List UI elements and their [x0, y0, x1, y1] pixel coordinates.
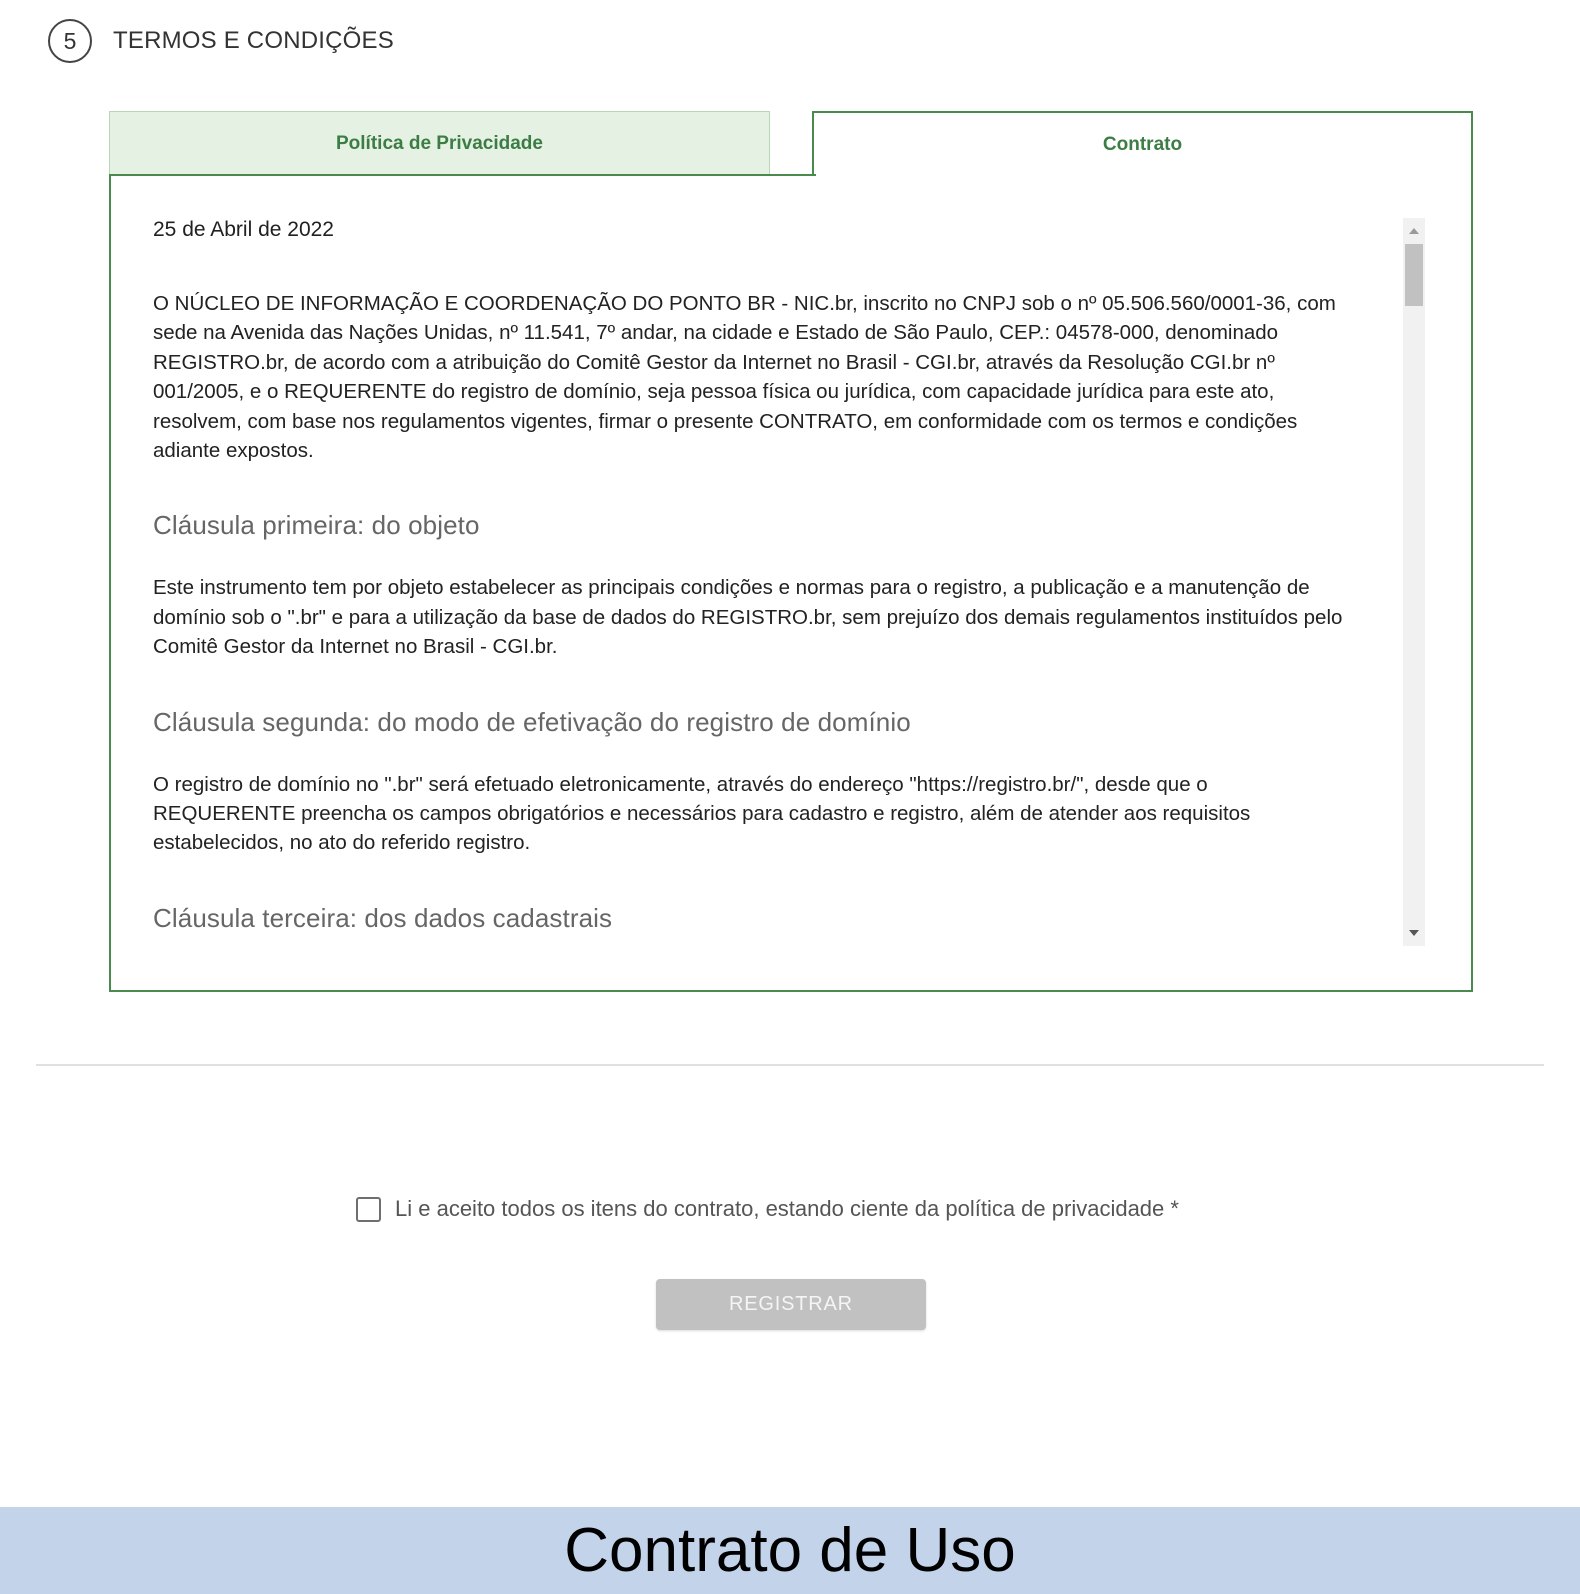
step-title: TERMOS E CONDIÇÕES	[113, 27, 394, 54]
scrollbar[interactable]	[1403, 218, 1425, 946]
agreement-checkbox[interactable]	[356, 1196, 381, 1222]
clause-title: Cláusula primeira: do objeto	[153, 510, 480, 541]
section-divider	[36, 1064, 1544, 1066]
panel-border	[111, 174, 816, 176]
contract-text-area[interactable]: 25 de Abril de 2022 O NÚCLEO DE INFORMAÇ…	[153, 216, 1353, 932]
clause-title: Cláusula segunda: do modo de efetivação …	[153, 706, 911, 737]
clause-text: Este instrumento tem por objeto estabele…	[153, 576, 1343, 659]
scrollbar-thumb[interactable]	[1405, 244, 1423, 306]
step-number-badge: 5	[48, 19, 92, 63]
agreement-row[interactable]: Li e aceito todos os itens do contrato, …	[356, 1196, 1179, 1222]
tab-privacy-policy[interactable]: Política de Privacidade	[109, 111, 770, 175]
contract-intro: O NÚCLEO DE INFORMAÇÃO E COORDENAÇÃO DO …	[153, 292, 1336, 463]
register-button[interactable]: REGISTRAR	[656, 1279, 926, 1330]
caption-bar: Contrato de Uso	[0, 1507, 1580, 1594]
agreement-label[interactable]: Li e aceito todos os itens do contrato, …	[395, 1196, 1179, 1222]
contract-panel: 25 de Abril de 2022 O NÚCLEO DE INFORMAÇ…	[109, 174, 1473, 992]
tab-contract[interactable]: Contrato	[812, 111, 1473, 176]
caption-text: Contrato de Uso	[564, 1516, 1016, 1585]
scroll-up-arrow-icon[interactable]	[1409, 228, 1419, 234]
clause-text: O registro de domínio no ".br" será efet…	[153, 772, 1251, 855]
step-header: 5 TERMOS E CONDIÇÕES	[48, 19, 394, 63]
page: 5 TERMOS E CONDIÇÕES Política de Privaci…	[0, 0, 1580, 1594]
tab-bar: Política de Privacidade Contrato	[109, 111, 1473, 176]
clause-title: Cláusula terceira: dos dados cadastrais	[153, 902, 613, 932]
contract-date: 25 de Abril de 2022	[153, 218, 334, 241]
scroll-down-arrow-icon[interactable]	[1409, 930, 1419, 936]
